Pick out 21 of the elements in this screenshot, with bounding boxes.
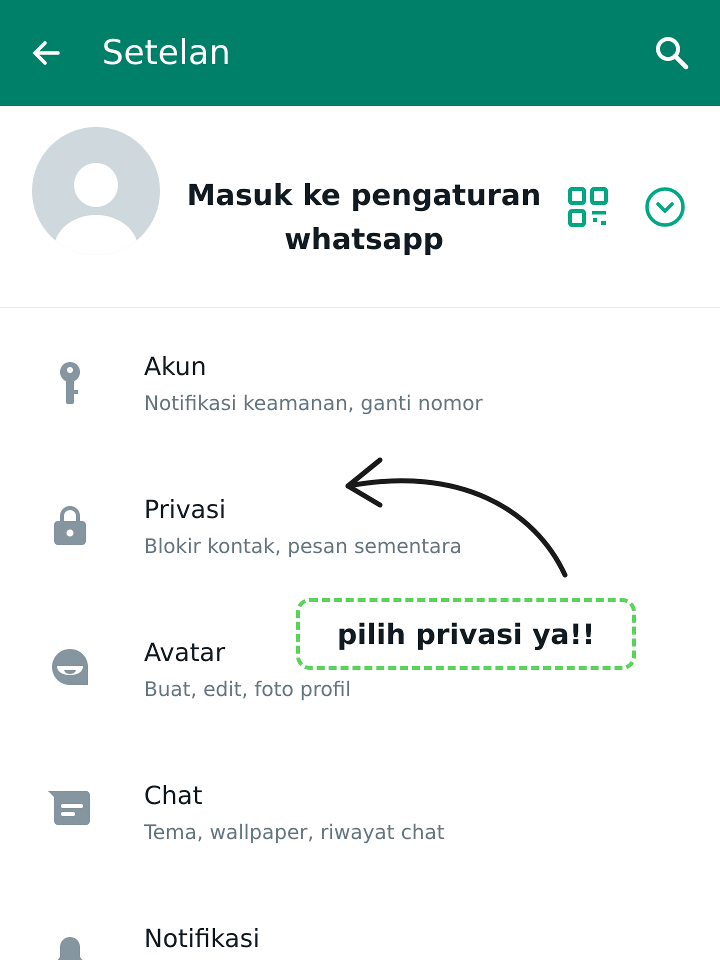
search-icon[interactable] bbox=[654, 35, 690, 71]
chat-icon bbox=[48, 791, 92, 825]
key-icon bbox=[58, 362, 82, 406]
item-title: Avatar bbox=[144, 638, 226, 667]
item-subtitle: Tema, wallpaper, riwayat chat bbox=[144, 820, 445, 844]
annotation-text: whatsapp bbox=[284, 220, 444, 258]
item-title: Chat bbox=[144, 781, 204, 810]
item-subtitle: Blokir kontak, pesan sementara bbox=[144, 534, 462, 558]
avatar-icon bbox=[51, 648, 89, 686]
chevron-down-icon[interactable] bbox=[644, 186, 686, 228]
annotation-callout: pilih privasi ya!! bbox=[296, 598, 636, 670]
item-title: Notifikasi bbox=[144, 924, 260, 953]
item-title: Akun bbox=[144, 352, 208, 381]
screen-title: Setelan bbox=[102, 33, 232, 73]
qr-code-icon[interactable] bbox=[568, 186, 608, 226]
item-title: Privasi bbox=[144, 495, 227, 524]
lock-icon bbox=[53, 505, 87, 545]
annotation-text: Masuk ke pengaturan bbox=[186, 176, 542, 214]
bell-icon bbox=[55, 934, 85, 960]
item-subtitle: Buat, edit, foto profil bbox=[144, 677, 351, 701]
item-subtitle: Notifikasi keamanan, ganti nomor bbox=[144, 391, 483, 415]
